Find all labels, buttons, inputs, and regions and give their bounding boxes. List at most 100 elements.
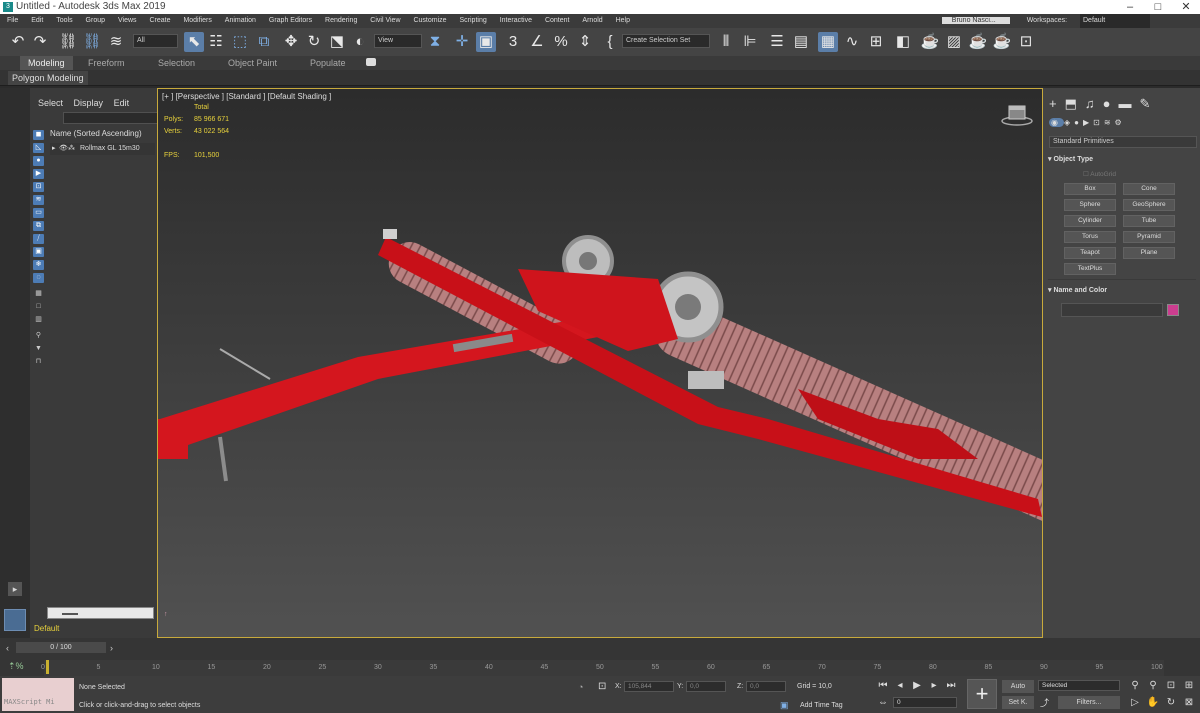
zoom-all-icon[interactable]: ⚲ xyxy=(1146,679,1160,693)
filter-xrefs-icon[interactable]: ⧉ xyxy=(33,221,44,231)
go-to-start-icon[interactable]: ⏮ xyxy=(876,679,890,693)
geometry-category-icon[interactable]: ◉ xyxy=(1049,118,1064,127)
key-mode-icon[interactable]: ⇔ xyxy=(876,696,890,710)
scene-item-rollmax[interactable]: ▸ 👁 ⁂ Rollmax GL 15m30 xyxy=(50,143,155,155)
y-coordinate-field[interactable]: 0,0 xyxy=(686,681,726,692)
scale-icon[interactable]: ⬔ xyxy=(327,32,347,52)
filter-spacewarps-icon[interactable]: ≋ xyxy=(33,195,44,205)
menu-scripting[interactable]: Scripting xyxy=(460,17,487,24)
tab-selection[interactable]: Selection xyxy=(150,56,203,70)
zoom-icon[interactable]: ⚲ xyxy=(1128,679,1142,693)
move-icon[interactable]: ✥ xyxy=(281,32,301,52)
close-button[interactable]: ✕ xyxy=(1172,0,1200,14)
redo-icon[interactable]: ↷ xyxy=(30,32,50,52)
box-button[interactable]: Box xyxy=(1064,183,1116,195)
cameras-category-icon[interactable]: ▶ xyxy=(1083,118,1093,127)
minimize-button[interactable]: – xyxy=(1116,0,1144,14)
next-frame-icon[interactable]: ▸ xyxy=(927,679,941,693)
play-toggle-icon[interactable]: ▸ xyxy=(8,582,22,596)
utilities-tab-icon[interactable]: ✎ xyxy=(1140,96,1159,111)
lights-category-icon[interactable]: ● xyxy=(1074,118,1083,127)
rollout-name-and-color[interactable]: ▾ Name and Color xyxy=(1048,285,1196,297)
z-coordinate-field[interactable]: 0,0 xyxy=(746,681,786,692)
menu-help[interactable]: Help xyxy=(616,17,630,24)
tab-freeform[interactable]: Freeform xyxy=(80,56,133,70)
tab-edit[interactable]: Edit xyxy=(114,98,130,108)
menu-file[interactable]: File xyxy=(7,17,18,24)
modify-tab-icon[interactable]: ⬒ xyxy=(1065,96,1085,111)
hierarchy-tab-icon[interactable]: ♫ xyxy=(1085,96,1103,111)
select-by-name-icon[interactable]: ☷ xyxy=(206,32,226,52)
render-setup-icon[interactable]: ☕ xyxy=(920,32,940,52)
maximize-button[interactable]: □ xyxy=(1144,0,1172,14)
invert-display-icon[interactable]: ▥ xyxy=(33,315,44,325)
slider-prev-icon[interactable]: ‹ xyxy=(6,643,9,653)
align-icon[interactable]: ⊫ xyxy=(740,32,760,52)
autogrid-checkbox[interactable]: ☐ AutoGrid xyxy=(1083,170,1116,178)
rect-selection-region-icon[interactable]: ⬚ xyxy=(230,32,250,52)
column-header[interactable]: Name (Sorted Ascending) xyxy=(50,129,142,138)
track-bar[interactable]: 0 5 10 15 20 25 30 35 40 45 50 55 60 65 70 75 80 85 90 95 10… xyxy=(41,660,1164,676)
menu-content[interactable]: Content xyxy=(545,17,570,24)
bind-space-warp-icon[interactable]: ≋ xyxy=(106,32,126,52)
named-selection-set-dropdown[interactable]: Create Selection Set xyxy=(622,34,710,48)
zoom-extents-all-icon[interactable]: ⊞ xyxy=(1182,679,1196,693)
maxscript-listener[interactable]: MAXScript Mi xyxy=(2,678,74,711)
angle-snap-icon[interactable]: ∠ xyxy=(527,32,547,52)
filter-funnel-icon[interactable]: ▼ xyxy=(33,344,44,354)
edit-named-selection-icon[interactable]: { xyxy=(600,32,620,52)
selection-filter-dropdown[interactable]: All xyxy=(133,34,178,48)
plane-button[interactable]: Plane xyxy=(1123,247,1175,259)
menu-views[interactable]: Views xyxy=(118,17,137,24)
explorer-switch-icon[interactable] xyxy=(4,609,26,631)
zoom-extents-icon[interactable]: ⊡ xyxy=(1164,679,1178,693)
go-to-end-icon[interactable]: ⏭ xyxy=(944,679,958,693)
menu-rendering[interactable]: Rendering xyxy=(325,17,357,24)
visibility-eye-icon[interactable]: 👁 xyxy=(59,143,68,155)
find-icon[interactable]: ⚲ xyxy=(33,331,44,341)
filter-frozen-icon[interactable]: ❄ xyxy=(33,260,44,270)
torus-button[interactable]: Torus xyxy=(1064,231,1116,243)
filter-containers-icon[interactable]: ▣ xyxy=(33,247,44,257)
isolate-selection-icon[interactable]: ◔ xyxy=(578,682,583,692)
textplus-button[interactable]: TextPlus xyxy=(1064,263,1116,275)
toggle-layer-explorer-icon[interactable]: ▤ xyxy=(791,32,811,52)
ribbon-options-icon[interactable] xyxy=(366,58,376,66)
sphere-button[interactable]: Sphere xyxy=(1064,199,1116,211)
display-all-icon[interactable]: ▦ xyxy=(33,289,44,299)
color-swatch[interactable] xyxy=(1167,304,1179,316)
select-object-icon[interactable]: ⬉ xyxy=(184,32,204,52)
window-crossing-icon[interactable]: ⧉ xyxy=(254,32,274,52)
teapot-button[interactable]: Teapot xyxy=(1064,247,1116,259)
curve-editor-icon[interactable]: ∿ xyxy=(842,32,862,52)
time-slider-thumb[interactable]: 0 / 100 xyxy=(16,642,106,653)
display-tab-icon[interactable]: ▬ xyxy=(1119,96,1140,111)
pyramid-button[interactable]: Pyramid xyxy=(1123,231,1175,243)
rotate-icon[interactable]: ↻ xyxy=(304,32,324,52)
user-account-dropdown[interactable]: Bruno Nasci... xyxy=(941,17,1010,24)
filter-helpers-icon[interactable]: ⊡ xyxy=(33,182,44,192)
primitive-type-dropdown[interactable]: Standard Primitives xyxy=(1049,136,1197,148)
menu-civil-view[interactable]: Civil View xyxy=(370,17,400,24)
tube-button[interactable]: Tube xyxy=(1123,215,1175,227)
set-key-icon[interactable]: + xyxy=(967,679,997,709)
pivot-center-icon[interactable]: ⧗ xyxy=(425,32,445,52)
time-tag-icon[interactable]: ▣ xyxy=(780,700,789,711)
menu-modifiers[interactable]: Modifiers xyxy=(183,17,211,24)
render-iterative-icon[interactable]: ☕ xyxy=(992,32,1012,52)
spinner-snap-icon[interactable]: ⇕ xyxy=(575,32,595,52)
time-slider[interactable]: ‹ 0 / 100 › xyxy=(0,640,158,654)
add-time-tag[interactable]: Add Time Tag xyxy=(800,702,843,709)
filter-groups-icon[interactable]: ▭ xyxy=(33,208,44,218)
filter-geometry-icon[interactable]: ◼ xyxy=(33,130,44,140)
unlink-icon[interactable]: ⛓ xyxy=(82,32,102,52)
mirror-icon[interactable]: ⫴ xyxy=(716,32,736,52)
expand-arrow-icon[interactable]: ▸ xyxy=(52,143,56,155)
current-frame-field[interactable]: 0 xyxy=(893,697,957,708)
cone-button[interactable]: Cone xyxy=(1123,183,1175,195)
lock-selection-icon[interactable]: ⊡ xyxy=(598,681,606,692)
current-layer-label[interactable]: Default xyxy=(34,624,59,633)
object-name-input[interactable] xyxy=(1061,303,1163,317)
menu-tools[interactable]: Tools xyxy=(56,17,72,24)
schematic-view-icon[interactable]: ⊞ xyxy=(866,32,886,52)
